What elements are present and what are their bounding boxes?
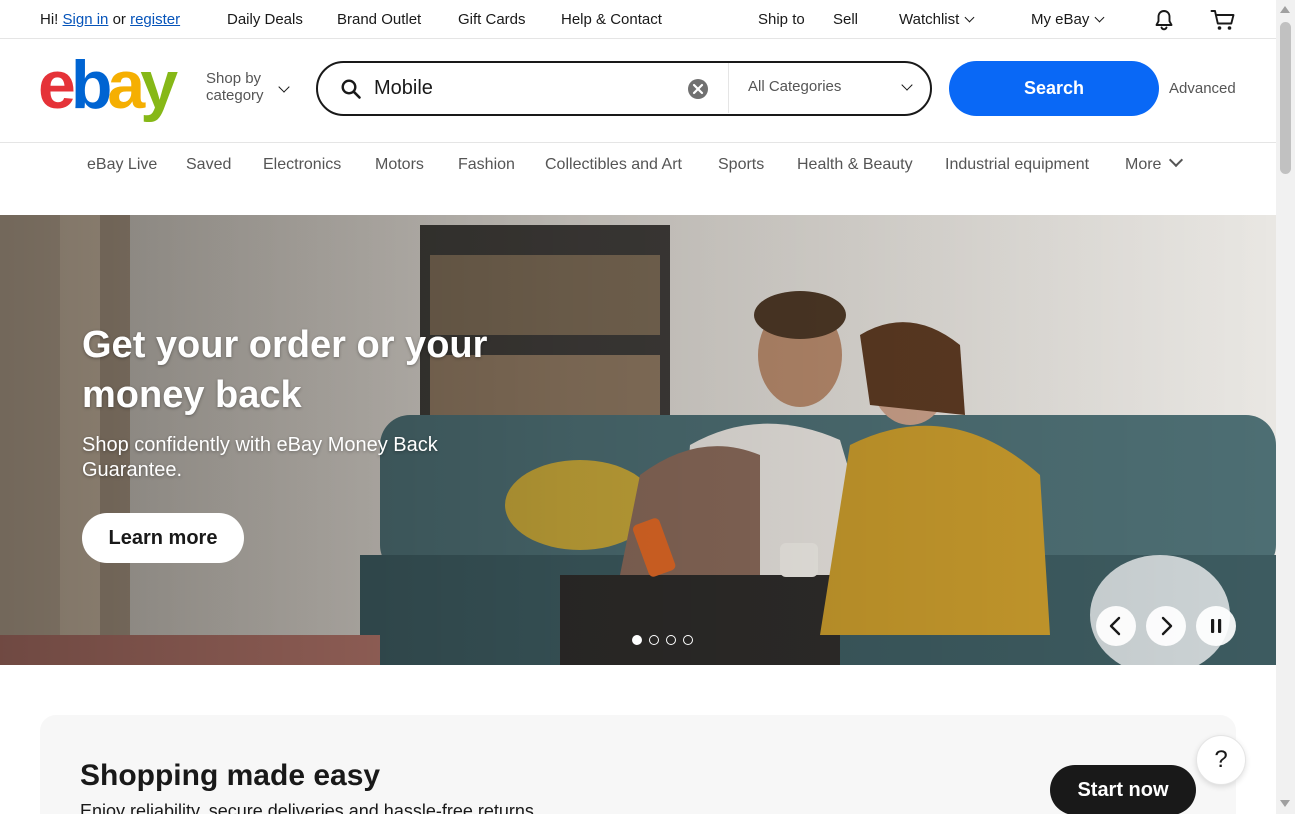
logo-letter-b: b (70, 47, 112, 123)
sign-in-link[interactable]: Sign in (63, 11, 109, 28)
register-link[interactable]: register (130, 11, 180, 28)
pause-icon (1211, 619, 1222, 633)
advanced-search-link[interactable]: Advanced (1169, 80, 1236, 97)
promo-subtitle: Enjoy reliability, secure deliveries and… (80, 801, 539, 814)
search-bar: All Categories (316, 61, 932, 116)
promo-title: Shopping made easy (80, 759, 381, 792)
chevron-down-icon (1169, 152, 1184, 168)
chevron-down-icon (1094, 12, 1105, 23)
chevron-left-icon (1109, 616, 1121, 636)
ship-to-button[interactable]: Ship to (758, 11, 805, 28)
bell-icon[interactable] (1152, 8, 1176, 32)
chevron-down-icon (964, 12, 975, 23)
start-now-button[interactable]: Start now (1050, 765, 1196, 814)
hero-banner: Get your order or your money back Shop c… (0, 215, 1276, 665)
scrollbar-thumb[interactable] (1280, 22, 1291, 174)
logo-letter-a: a (107, 47, 145, 123)
my-ebay-menu[interactable]: My eBay (1031, 11, 1105, 28)
search-button[interactable]: Search (949, 61, 1159, 116)
cart-icon[interactable] (1210, 8, 1235, 32)
nav-item-collectibles[interactable]: Collectibles and Art (545, 156, 682, 174)
category-label: category (206, 87, 264, 104)
carousel-dot-3[interactable] (666, 635, 676, 645)
learn-more-button[interactable]: Learn more (82, 513, 244, 563)
shopping-made-easy-card: Shopping made easy Enjoy reliability, se… (40, 715, 1236, 814)
nav-item-motors[interactable]: Motors (375, 156, 424, 174)
scrollbar[interactable] (1276, 0, 1295, 814)
carousel-prev-button[interactable] (1096, 606, 1136, 646)
nav-item-saved[interactable]: Saved (186, 156, 231, 174)
chevron-right-icon (1161, 616, 1173, 636)
chevron-down-icon (278, 81, 290, 93)
logo-letter-e: e (38, 47, 76, 123)
carousel-dot-1[interactable] (632, 635, 642, 645)
scroll-down-arrow-icon[interactable] (1280, 800, 1290, 807)
nav-item-fashion[interactable]: Fashion (458, 156, 515, 174)
chevron-down-icon (901, 79, 913, 91)
carousel-pause-button[interactable] (1196, 606, 1236, 646)
search-input[interactable] (374, 71, 674, 105)
nav-item-industrial[interactable]: Industrial equipment (945, 156, 1089, 174)
nav-item-sports[interactable]: Sports (718, 156, 764, 174)
top-utility-bar: Hi! Sign in or register Daily Deals Bran… (0, 0, 1276, 39)
nav-item-electronics[interactable]: Electronics (263, 156, 341, 174)
logo-letter-y: y (140, 47, 178, 123)
help-button[interactable]: ? (1196, 735, 1246, 785)
category-nav: eBay Live Saved Electronics Motors Fashi… (0, 143, 1276, 187)
daily-deals-link[interactable]: Daily Deals (227, 11, 303, 28)
scroll-up-arrow-icon[interactable] (1280, 6, 1290, 13)
more-label: More (1125, 156, 1162, 173)
nav-item-ebay-live[interactable]: eBay Live (87, 156, 157, 174)
watchlist-menu[interactable]: Watchlist (899, 11, 975, 28)
hero-title: Get your order or your money back (82, 324, 488, 416)
hero-subtitle: Shop confidently with eBay Money Back Gu… (82, 434, 438, 481)
search-icon (340, 78, 362, 100)
nav-item-health-beauty[interactable]: Health & Beauty (797, 156, 913, 174)
or-text: or (112, 11, 126, 28)
my-ebay-label: My eBay (1031, 11, 1090, 28)
main-header: ebay Shop by category All Categories Sea… (0, 39, 1276, 143)
shop-by-label: Shop by (206, 70, 262, 87)
clear-search-icon[interactable] (687, 78, 709, 100)
category-select[interactable]: All Categories (748, 78, 841, 95)
gift-cards-link[interactable]: Gift Cards (458, 11, 526, 28)
brand-outlet-link[interactable]: Brand Outlet (337, 11, 421, 28)
ebay-logo[interactable]: ebay (38, 45, 178, 125)
sell-link[interactable]: Sell (833, 11, 858, 28)
shop-by-category-button[interactable]: Shop by category (206, 70, 264, 104)
nav-more-menu[interactable]: More (1125, 152, 1184, 174)
search-divider (728, 63, 729, 113)
watchlist-label: Watchlist (899, 11, 960, 28)
help-contact-link[interactable]: Help & Contact (561, 11, 662, 28)
greeting-text: Hi! Sign in or register (40, 11, 180, 28)
carousel-dot-2[interactable] (649, 635, 659, 645)
carousel-dot-4[interactable] (683, 635, 693, 645)
greeting: Hi! (40, 11, 59, 28)
carousel-next-button[interactable] (1146, 606, 1186, 646)
